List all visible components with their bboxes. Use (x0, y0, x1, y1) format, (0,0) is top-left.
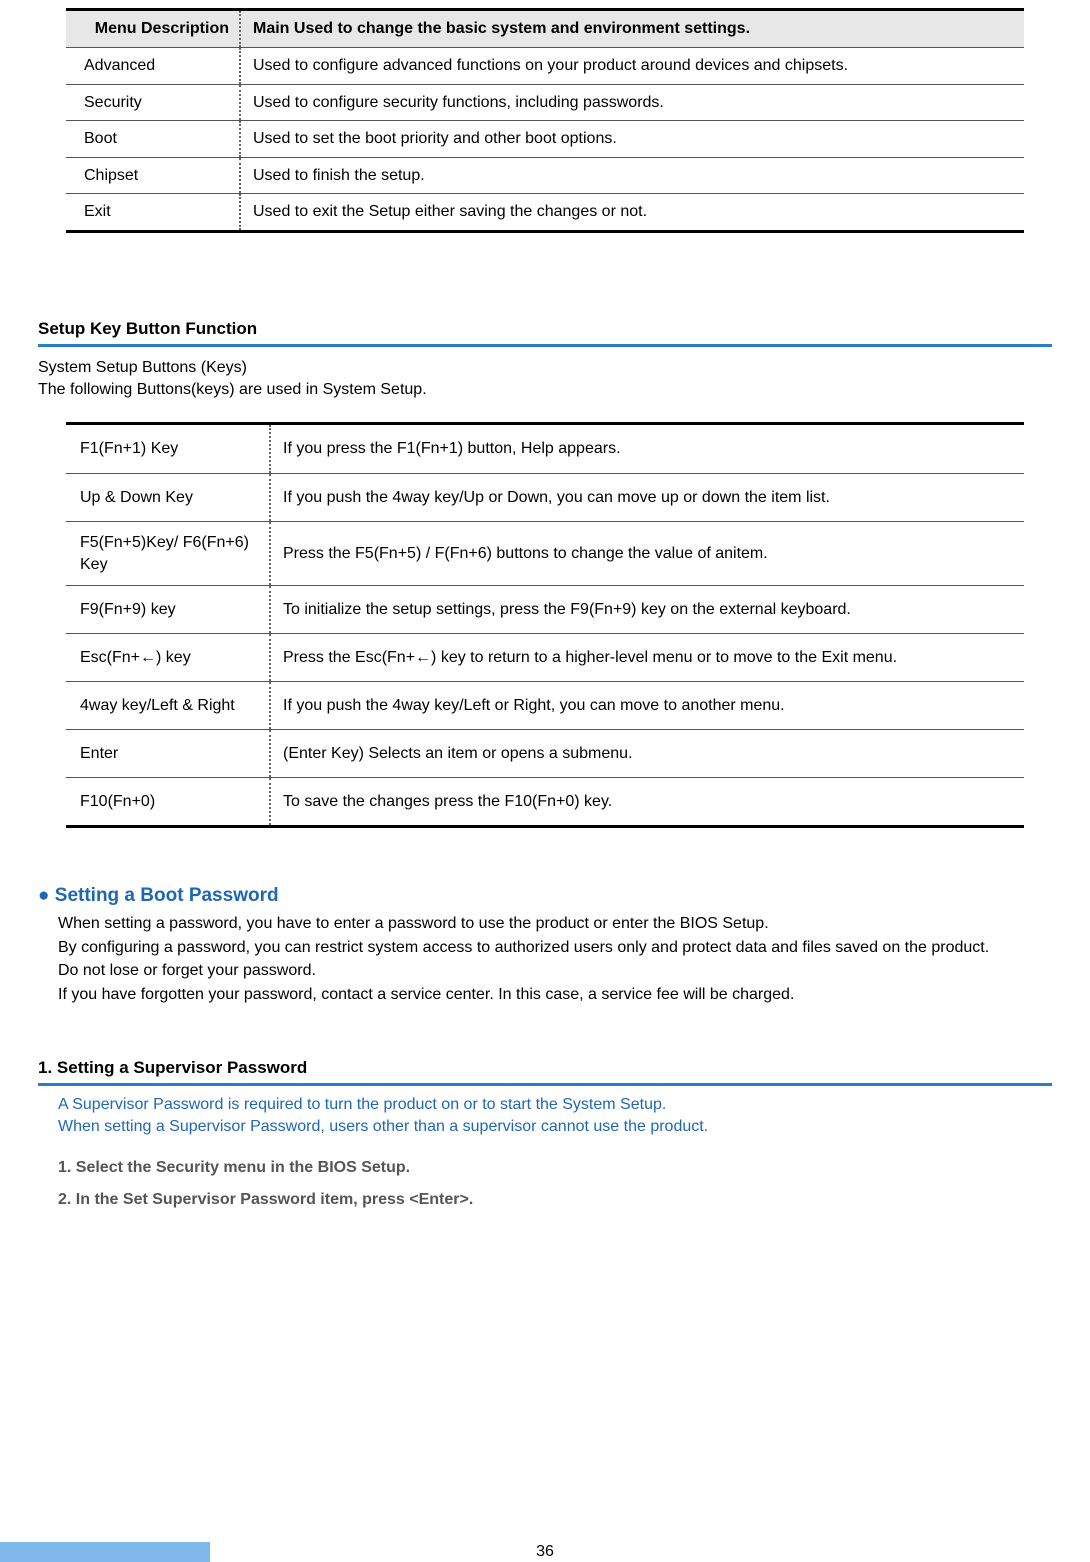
key-label: F9(Fn+9) key (66, 586, 271, 633)
table-row: Enter (Enter Key) Selects an item or ope… (66, 729, 1024, 777)
key-desc: If you push the 4way key/Left or Right, … (271, 682, 1024, 729)
key-label: F10(Fn+0) (66, 778, 271, 825)
menu-desc: Used to configure advanced functions on … (241, 48, 1024, 84)
key-label: F5(Fn+5)Key/ F6(Fn+6) Key (66, 522, 271, 585)
body-para: When setting a password, you have to ent… (58, 913, 1052, 935)
step-line: 1. Select the Security menu in the BIOS … (58, 1157, 1052, 1179)
key-desc: To save the changes press the F10(Fn+0) … (271, 778, 1024, 825)
setup-key-intro: System Setup Buttons (Keys) The followin… (38, 357, 1052, 400)
table-row: Up & Down Key If you push the 4way key/U… (66, 473, 1024, 521)
key-label: Up & Down Key (66, 474, 271, 521)
key-desc: Press the F5(Fn+5) / F(Fn+6) buttons to … (271, 522, 1024, 585)
key-label: 4way key/Left & Right (66, 682, 271, 729)
key-desc: If you push the 4way key/Up or Down, you… (271, 474, 1024, 521)
supervisor-steps: 1. Select the Security menu in the BIOS … (38, 1157, 1052, 1210)
menu-desc: Used to finish the setup. (241, 158, 1024, 194)
header-cell-desc: Main Used to change the basic system and… (241, 11, 1024, 47)
key-desc: (Enter Key) Selects an item or opens a s… (271, 730, 1024, 777)
table-row: F10(Fn+0) To save the changes press the … (66, 777, 1024, 825)
body-para: Do not lose or forget your password. (58, 960, 1052, 982)
table-row: Esc(Fn+←) key Press the Esc(Fn+←) key to… (66, 633, 1024, 681)
supervisor-note: A Supervisor Password is required to tur… (38, 1094, 1052, 1137)
table-row: F9(Fn+9) key To initialize the setup set… (66, 585, 1024, 633)
body-para: If you have forgotten your password, con… (58, 984, 1052, 1006)
table-header-row: Menu Description Main Used to change the… (66, 11, 1024, 47)
table-row: 4way key/Left & Right If you push the 4w… (66, 681, 1024, 729)
menu-label: Boot (66, 121, 241, 157)
page-number: 36 (0, 1542, 1090, 1562)
key-desc: Press the Esc(Fn+←) key to return to a h… (271, 634, 1024, 681)
header-cell-label: Menu Description (66, 11, 241, 47)
key-desc: To initialize the setup settings, press … (271, 586, 1024, 633)
menu-description-table: Menu Description Main Used to change the… (66, 8, 1024, 233)
table-row: Advanced Used to configure advanced func… (66, 47, 1024, 84)
menu-desc: Used to exit the Setup either saving the… (241, 194, 1024, 230)
table-row: F5(Fn+5)Key/ F6(Fn+6) Key Press the F5(F… (66, 521, 1024, 585)
setup-keys-table: F1(Fn+1) Key If you press the F1(Fn+1) b… (66, 422, 1024, 828)
key-desc: If you press the F1(Fn+1) button, Help a… (271, 425, 1024, 473)
intro-line: The following Buttons(keys) are used in … (38, 379, 1052, 401)
key-label: Esc(Fn+←) key (66, 634, 271, 681)
supervisor-heading: 1. Setting a Supervisor Password (38, 1057, 1052, 1086)
note-line: When setting a Supervisor Password, user… (58, 1116, 1052, 1138)
boot-password-title: Setting a Boot Password (55, 885, 279, 906)
setup-key-heading: Setup Key Button Function (38, 318, 1052, 347)
key-label: F1(Fn+1) Key (66, 425, 271, 473)
intro-line: System Setup Buttons (Keys) (38, 357, 1052, 379)
menu-label: Advanced (66, 48, 241, 84)
bullet-icon: ● (38, 885, 49, 906)
menu-desc: Used to set the boot priority and other … (241, 121, 1024, 157)
menu-label: Chipset (66, 158, 241, 194)
menu-label: Exit (66, 194, 241, 230)
boot-password-body: When setting a password, you have to ent… (38, 913, 1052, 1005)
menu-desc: Used to configure security functions, in… (241, 85, 1024, 121)
body-para: By configuring a password, you can restr… (58, 937, 1052, 959)
menu-label: Security (66, 85, 241, 121)
step-line: 2. In the Set Supervisor Password item, … (58, 1189, 1052, 1211)
table-row: Chipset Used to finish the setup. (66, 157, 1024, 194)
footer: 36 (0, 1542, 1090, 1562)
key-label: Enter (66, 730, 271, 777)
note-line: A Supervisor Password is required to tur… (58, 1094, 1052, 1116)
table-row: F1(Fn+1) Key If you press the F1(Fn+1) b… (66, 425, 1024, 473)
table-row: Exit Used to exit the Setup either savin… (66, 193, 1024, 230)
table-row: Boot Used to set the boot priority and o… (66, 120, 1024, 157)
table-row: Security Used to configure security func… (66, 84, 1024, 121)
boot-password-heading: ● Setting a Boot Password (38, 883, 1052, 909)
